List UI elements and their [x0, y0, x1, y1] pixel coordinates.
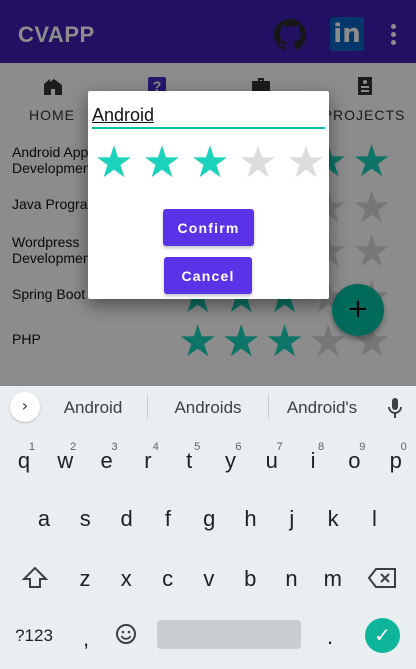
- key-label: c: [162, 566, 174, 591]
- key-label: x: [120, 566, 132, 591]
- key-label: g: [203, 506, 216, 531]
- key-label: v: [203, 566, 215, 591]
- star-icon[interactable]: ★: [284, 141, 328, 185]
- emoji-icon[interactable]: [115, 623, 137, 645]
- key-label: a: [37, 506, 51, 531]
- rating-bar[interactable]: ★ ★ ★ ★ ★: [92, 141, 328, 185]
- key-n[interactable]: n: [277, 566, 307, 592]
- mic-icon[interactable]: [388, 397, 402, 419]
- add-skill-dialog: ★★★★★ Confirm Cancel: [88, 91, 329, 299]
- symbols-key[interactable]: ?123: [8, 626, 60, 646]
- suggestion-item[interactable]: Android's: [278, 398, 366, 418]
- key-b[interactable]: b: [235, 566, 265, 592]
- suggestion-divider: [147, 395, 148, 419]
- cancel-button[interactable]: Cancel: [164, 257, 252, 294]
- key-l[interactable]: l: [359, 506, 389, 532]
- key-hint: 0: [400, 441, 407, 453]
- suggestion-item[interactable]: Android: [52, 398, 134, 418]
- key-hint: 5: [194, 441, 201, 453]
- key-hint: 8: [317, 441, 325, 453]
- key-v[interactable]: v: [194, 566, 224, 592]
- key-hint: 7: [276, 441, 283, 453]
- star-icon[interactable]: ★: [236, 141, 280, 185]
- confirm-button[interactable]: Confirm: [163, 209, 254, 246]
- comma-key[interactable]: ,: [76, 626, 96, 652]
- key-hint: 1: [28, 441, 35, 453]
- key-c[interactable]: c: [153, 566, 183, 592]
- check-icon[interactable]: ✓: [365, 618, 400, 653]
- key-x[interactable]: x: [111, 566, 141, 592]
- key-r[interactable]: r4: [133, 441, 163, 474]
- key-w[interactable]: w2: [50, 441, 80, 474]
- key-i[interactable]: i8: [298, 441, 328, 474]
- key-label: n: [285, 566, 298, 591]
- key-label: b: [244, 566, 257, 591]
- star-icon[interactable]: ★: [140, 141, 184, 185]
- key-label: d: [120, 506, 133, 531]
- period-key[interactable]: .: [320, 624, 340, 650]
- shift-icon[interactable]: [22, 566, 48, 590]
- suggestion-item[interactable]: Androids: [162, 398, 254, 418]
- key-label: l: [371, 506, 377, 531]
- key-j[interactable]: j: [277, 506, 307, 532]
- key-f[interactable]: f: [153, 506, 183, 532]
- key-d[interactable]: d: [112, 506, 142, 532]
- key-y[interactable]: y6: [216, 441, 246, 474]
- key-label: i: [310, 448, 316, 473]
- key-g[interactable]: g: [194, 506, 224, 532]
- key-label: m: [323, 566, 342, 591]
- key-k[interactable]: k: [318, 506, 348, 532]
- key-hint: 6: [235, 441, 242, 453]
- key-q[interactable]: q1: [9, 441, 39, 474]
- chevron-right-icon[interactable]: ›: [10, 392, 40, 422]
- key-m[interactable]: m: [318, 566, 348, 592]
- key-t[interactable]: t5: [174, 441, 204, 474]
- key-label: h: [244, 506, 257, 531]
- key-hint: 3: [111, 441, 118, 453]
- star-icon[interactable]: ★: [92, 141, 136, 185]
- key-label: j: [289, 506, 295, 531]
- key-s[interactable]: s: [70, 506, 100, 532]
- space-key[interactable]: [157, 620, 301, 649]
- key-label: k: [327, 506, 339, 531]
- key-h[interactable]: h: [236, 506, 266, 532]
- soft-keyboard: › Android Androids Android's q1 w2 e3 r4 t5 y…: [0, 386, 416, 669]
- key-u[interactable]: u7: [257, 441, 287, 474]
- key-z[interactable]: z: [70, 566, 100, 592]
- key-hint: 4: [152, 441, 159, 453]
- key-a[interactable]: a: [29, 506, 59, 532]
- key-label: y: [225, 448, 236, 473]
- key-label: f: [164, 506, 171, 531]
- key-o[interactable]: o9: [339, 441, 369, 474]
- suggestion-divider: [268, 395, 269, 419]
- key-label: z: [79, 566, 91, 591]
- skill-name-input[interactable]: [92, 103, 325, 129]
- star-icon[interactable]: ★: [188, 141, 232, 185]
- key-hint: 2: [70, 441, 77, 453]
- suggestion-bar: › Android Androids Android's: [0, 386, 416, 430]
- key-label: r: [144, 448, 152, 473]
- key-label: s: [79, 506, 91, 531]
- key-hint: 9: [359, 441, 366, 453]
- key-e[interactable]: e3: [92, 441, 122, 474]
- key-p[interactable]: p0: [381, 441, 411, 474]
- key-label: t: [186, 448, 193, 473]
- backspace-icon[interactable]: [368, 568, 396, 588]
